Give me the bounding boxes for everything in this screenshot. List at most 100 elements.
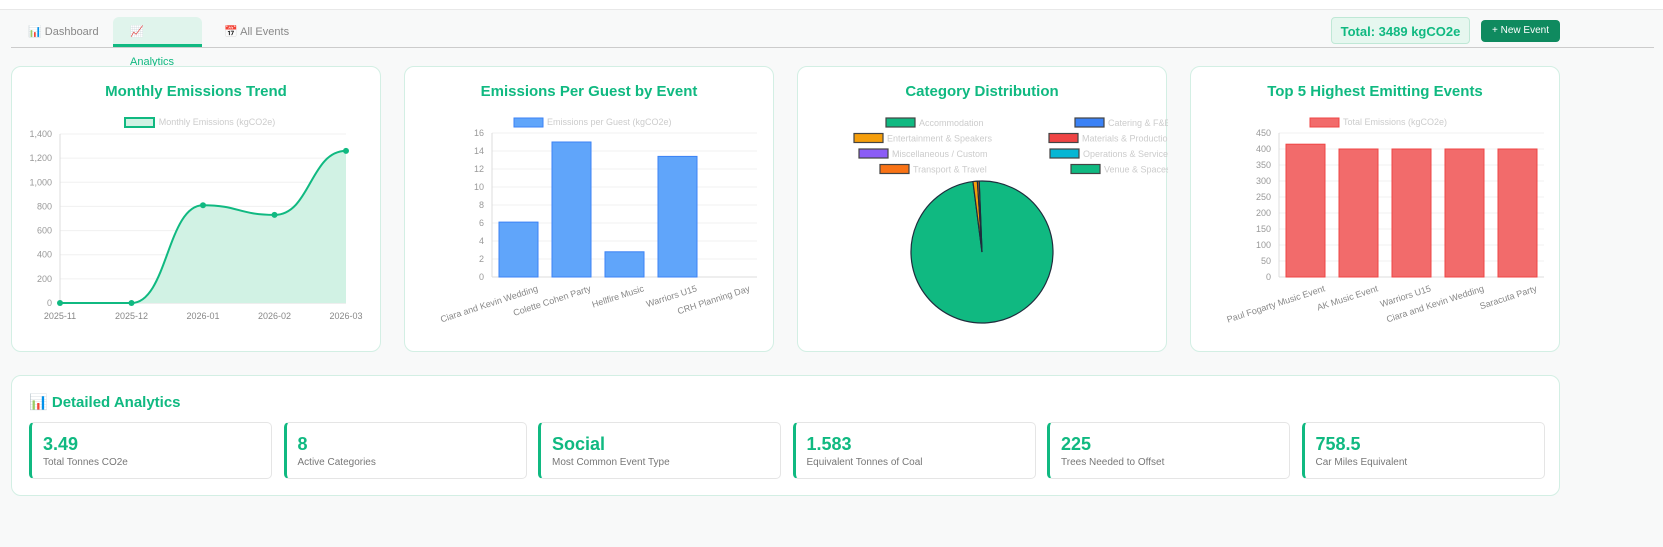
legend-label: Monthly Emissions (kgCO2e) [159, 117, 276, 127]
data-point [343, 147, 349, 154]
y-tick-label: 14 [474, 146, 484, 156]
bar [551, 141, 592, 278]
legend-label: Catering & F&B [1108, 118, 1168, 128]
y-tick-label: 600 [37, 226, 52, 236]
legend-label: Total Emissions (kgCO2e) [1343, 117, 1447, 127]
y-tick-label: 1,000 [29, 177, 52, 187]
stat-card: 3.49 Total Tonnes CO2e [29, 422, 272, 479]
top-events-chart: 0 50 100 150 200 250 300 350 400 450 Total Emissio… [1226, 117, 1544, 325]
trend-icon: 📈 [130, 26, 144, 38]
per-guest-chart: 0 2 4 6 8 10 12 14 16 Emissions per Guest (kgCO2e… [439, 117, 757, 324]
y-tick-label: 200 [1256, 208, 1271, 218]
bar [604, 251, 645, 278]
chart-icon: 📊 [29, 394, 48, 411]
x-tick-label: AK Music Event [1316, 283, 1380, 312]
y-tick-label: 400 [37, 250, 52, 260]
top-bar [0, 0, 1663, 10]
x-tick-label: Ciara and Kevin Wedding [1385, 283, 1485, 324]
stat-value: 225 [1061, 434, 1092, 454]
stat-value: 8 [297, 434, 308, 454]
y-tick-label: 150 [1256, 224, 1271, 234]
legend-swatch [853, 132, 884, 144]
data-point [200, 202, 206, 209]
y-tick-label: 450 [1256, 128, 1271, 138]
x-tick-label: Hellfire Music [591, 283, 646, 309]
stat-label: Most Common Event Type [552, 457, 670, 468]
category-pie-chart: Accommodation Catering & F&B Entertainment… [853, 117, 1168, 324]
monthly-trend-card: Monthly Emissions Trend 0 200 400 600 800 1,00… [11, 66, 381, 352]
y-tick-label: 350 [1256, 160, 1271, 170]
y-tick-label: 0 [47, 298, 52, 308]
y-tick-label: 0 [1266, 272, 1271, 282]
data-point [128, 300, 135, 306]
legend-swatch [1070, 163, 1101, 175]
bar [498, 221, 539, 278]
legend-swatch [858, 148, 889, 159]
stat-label: Car Miles Equivalent [1315, 457, 1408, 468]
legend-label: Venue & Spaces [1104, 165, 1168, 175]
bar [1391, 148, 1432, 278]
y-tick-label: 2 [479, 254, 484, 264]
y-tick-label: 200 [37, 274, 52, 284]
bar [1497, 148, 1538, 278]
stat-label: Equivalent Tonnes of Coal [806, 457, 923, 468]
legend-swatch [1049, 148, 1080, 159]
stat-value: 758.5 [1315, 434, 1361, 454]
legend-label: Materials & Production [1082, 134, 1168, 144]
section-title-text: Detailed Analytics [51, 394, 181, 411]
stat-card: 1.583 Equivalent Tonnes of Coal [792, 422, 1036, 479]
tab-label: Dashboard [44, 26, 99, 38]
bar [1338, 148, 1379, 278]
y-tick-label: 100 [1256, 240, 1271, 250]
stat-label: Active Categories [297, 457, 376, 468]
top-events-card: Top 5 Highest Emitting Events 0 50 100 150 20… [1190, 66, 1560, 352]
x-tick-label: 2026-01 [186, 311, 219, 321]
area-fill [60, 150, 346, 303]
legend-swatch [879, 163, 910, 175]
data-point [271, 211, 278, 218]
legend-label: Transport & Travel [913, 165, 987, 175]
y-tick-label: 300 [1256, 176, 1271, 186]
x-tick-label: 2026-02 [258, 311, 291, 321]
bar [1285, 143, 1326, 278]
bar [657, 155, 698, 278]
x-tick-label: 2025-11 [44, 311, 76, 321]
y-tick-label: 800 [37, 201, 52, 211]
y-tick-label: 8 [479, 200, 484, 210]
stat-value: Social [552, 434, 606, 454]
section-title: 📊 Detailed Analytics [29, 393, 181, 411]
data-point [57, 300, 63, 306]
x-tick-label: 2025-12 [115, 311, 148, 321]
y-tick-label: 10 [474, 182, 484, 192]
tab-analytics[interactable]: 📈 Analytics [113, 17, 202, 68]
y-tick-label: 50 [1261, 256, 1271, 266]
stat-card: 225 Trees Needed to Offset [1047, 422, 1290, 479]
y-tick-label: 12 [474, 164, 484, 174]
total-emissions-badge: Total: 3489 kgCO2e [1331, 17, 1470, 44]
new-event-button[interactable]: + New Event [1481, 20, 1560, 42]
bar [1444, 148, 1485, 278]
y-tick-label: 16 [474, 128, 484, 138]
legend-label: Entertainment & Speakers [887, 134, 993, 144]
legend-swatch [124, 117, 155, 128]
tab-all-events[interactable]: 📅 All Events [207, 17, 306, 47]
category-card: Category Distribution Accommodation Cateri… [797, 66, 1168, 352]
legend-label: Operations & Services [1083, 149, 1168, 159]
detailed-analytics: 📊 Detailed Analytics 3.49 Total Tonnes CO… [11, 375, 1560, 496]
tab-dashboard[interactable]: 📊 Dashboard [11, 17, 116, 47]
monthly-trend-chart: 0 200 400 600 800 1,000 1,200 1,400 Monthly Emis… [29, 117, 363, 321]
stat-label: Total Tonnes CO2e [43, 457, 128, 468]
x-tick-label: 2026-03 [329, 311, 362, 321]
y-tick-label: 4 [479, 236, 484, 246]
stat-label: Trees Needed to Offset [1061, 457, 1165, 468]
y-tick-label: 0 [479, 272, 484, 282]
stat-value: 1.583 [806, 434, 852, 454]
legend-swatch [1074, 117, 1105, 128]
y-tick-label: 400 [1256, 144, 1271, 154]
legend-label: Accommodation [919, 118, 984, 128]
legend-swatch [1048, 132, 1079, 144]
legend-label: Emissions per Guest (kgCO2e) [547, 117, 672, 127]
legend-swatch [885, 117, 916, 128]
legend-swatch [1309, 117, 1340, 128]
y-tick-label: 1,400 [29, 129, 52, 139]
